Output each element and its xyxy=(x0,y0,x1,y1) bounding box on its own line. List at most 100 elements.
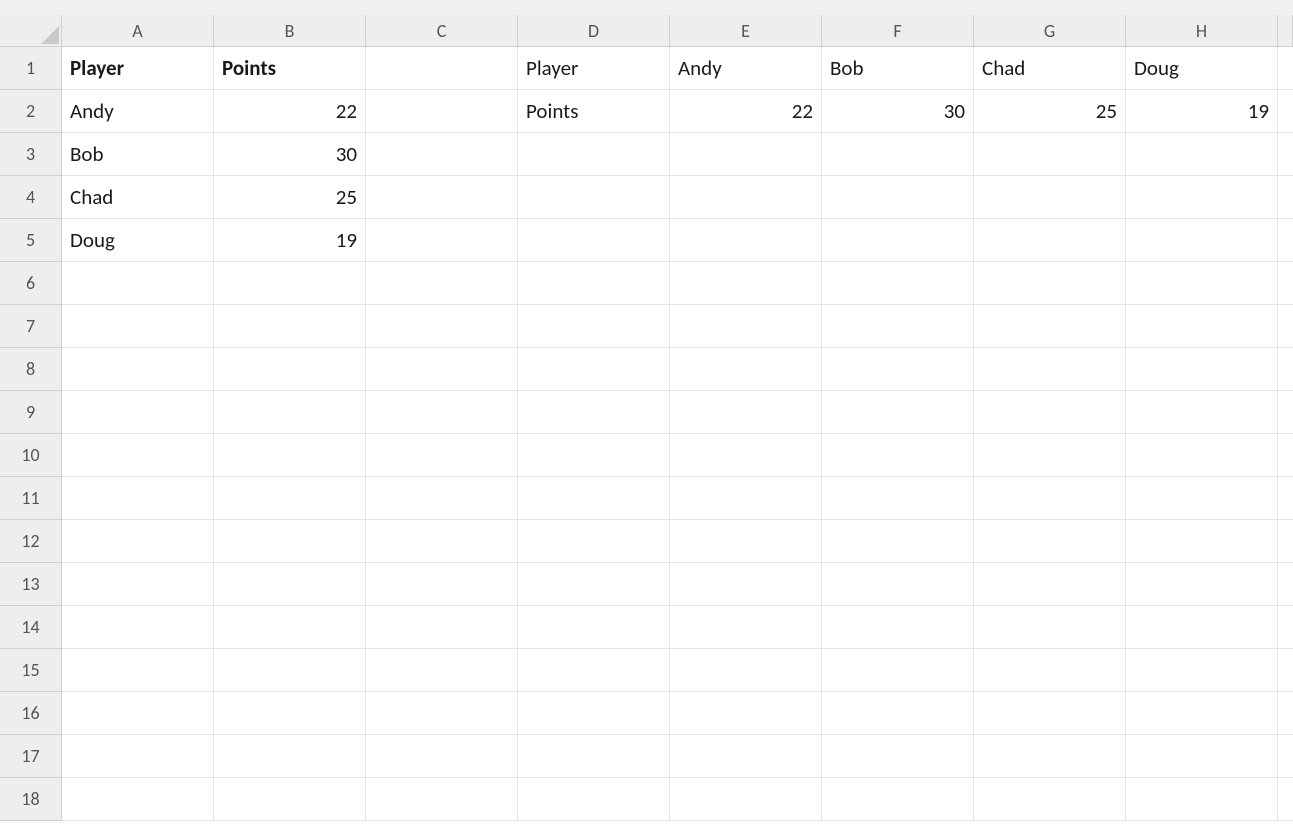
cell-D12[interactable] xyxy=(518,520,670,563)
cell-H7[interactable] xyxy=(1126,305,1278,348)
row-header-15[interactable]: 15 xyxy=(0,649,62,692)
cell-F8[interactable] xyxy=(822,348,974,391)
cell-F12[interactable] xyxy=(822,520,974,563)
cell-H15[interactable] xyxy=(1126,649,1278,692)
cell-C11[interactable] xyxy=(366,477,518,520)
cell-D9[interactable] xyxy=(518,391,670,434)
cell-D7[interactable] xyxy=(518,305,670,348)
cell-A18[interactable] xyxy=(62,778,214,821)
row-header-9[interactable]: 9 xyxy=(0,391,62,434)
column-header-G[interactable]: G xyxy=(974,15,1126,47)
cell-E13[interactable] xyxy=(670,563,822,606)
cell-F7[interactable] xyxy=(822,305,974,348)
cell-A6[interactable] xyxy=(62,262,214,305)
cell-B9[interactable] xyxy=(214,391,366,434)
cell-E5[interactable] xyxy=(670,219,822,262)
cell-G5[interactable] xyxy=(974,219,1126,262)
cell-B14[interactable] xyxy=(214,606,366,649)
cell-F6[interactable] xyxy=(822,262,974,305)
cell-E2[interactable]: 22 xyxy=(670,90,822,133)
cell-D3[interactable] xyxy=(518,133,670,176)
row-header-13[interactable]: 13 xyxy=(0,563,62,606)
row-header-5[interactable]: 5 xyxy=(0,219,62,262)
cell-H6[interactable] xyxy=(1126,262,1278,305)
cell-F16[interactable] xyxy=(822,692,974,735)
column-header-C[interactable]: C xyxy=(366,15,518,47)
cell-H12[interactable] xyxy=(1126,520,1278,563)
cell-E14[interactable] xyxy=(670,606,822,649)
cell-F9[interactable] xyxy=(822,391,974,434)
cell-A1[interactable]: Player xyxy=(62,47,214,90)
cell-B3[interactable]: 30 xyxy=(214,133,366,176)
cell-G4[interactable] xyxy=(974,176,1126,219)
cell-B1[interactable]: Points xyxy=(214,47,366,90)
cell-F1[interactable]: Bob xyxy=(822,47,974,90)
cell-C3[interactable] xyxy=(366,133,518,176)
cell-C9[interactable] xyxy=(366,391,518,434)
cell-E11[interactable] xyxy=(670,477,822,520)
column-header-A[interactable]: A xyxy=(62,15,214,47)
cell-A9[interactable] xyxy=(62,391,214,434)
row-header-11[interactable]: 11 xyxy=(0,477,62,520)
cell-D8[interactable] xyxy=(518,348,670,391)
cell-F11[interactable] xyxy=(822,477,974,520)
cell-E1[interactable]: Andy xyxy=(670,47,822,90)
row-header-18[interactable]: 18 xyxy=(0,778,62,821)
cell-D15[interactable] xyxy=(518,649,670,692)
cell-C7[interactable] xyxy=(366,305,518,348)
cell-F18[interactable] xyxy=(822,778,974,821)
cell-H17[interactable] xyxy=(1126,735,1278,778)
row-header-2[interactable]: 2 xyxy=(0,90,62,133)
row-header-12[interactable]: 12 xyxy=(0,520,62,563)
cell-G17[interactable] xyxy=(974,735,1126,778)
cell-B16[interactable] xyxy=(214,692,366,735)
cell-G1[interactable]: Chad xyxy=(974,47,1126,90)
cell-E3[interactable] xyxy=(670,133,822,176)
cell-G18[interactable] xyxy=(974,778,1126,821)
row-header-17[interactable]: 17 xyxy=(0,735,62,778)
cell-G10[interactable] xyxy=(974,434,1126,477)
cell-E15[interactable] xyxy=(670,649,822,692)
cell-A4[interactable]: Chad xyxy=(62,176,214,219)
cell-A11[interactable] xyxy=(62,477,214,520)
cell-E18[interactable] xyxy=(670,778,822,821)
select-all-corner[interactable] xyxy=(0,15,62,47)
cell-D2[interactable]: Points xyxy=(518,90,670,133)
cell-D6[interactable] xyxy=(518,262,670,305)
cell-H1[interactable]: Doug xyxy=(1126,47,1278,90)
cell-E16[interactable] xyxy=(670,692,822,735)
cell-H14[interactable] xyxy=(1126,606,1278,649)
cell-F14[interactable] xyxy=(822,606,974,649)
cell-E17[interactable] xyxy=(670,735,822,778)
cell-E7[interactable] xyxy=(670,305,822,348)
cell-G8[interactable] xyxy=(974,348,1126,391)
cell-D17[interactable] xyxy=(518,735,670,778)
cell-A5[interactable]: Doug xyxy=(62,219,214,262)
cell-A13[interactable] xyxy=(62,563,214,606)
cell-A7[interactable] xyxy=(62,305,214,348)
cell-C15[interactable] xyxy=(366,649,518,692)
cell-B2[interactable]: 22 xyxy=(214,90,366,133)
cell-C5[interactable] xyxy=(366,219,518,262)
row-header-14[interactable]: 14 xyxy=(0,606,62,649)
cell-B13[interactable] xyxy=(214,563,366,606)
cell-F13[interactable] xyxy=(822,563,974,606)
row-header-4[interactable]: 4 xyxy=(0,176,62,219)
cell-B18[interactable] xyxy=(214,778,366,821)
cell-C13[interactable] xyxy=(366,563,518,606)
row-header-8[interactable]: 8 xyxy=(0,348,62,391)
cell-B15[interactable] xyxy=(214,649,366,692)
cell-G14[interactable] xyxy=(974,606,1126,649)
cell-H18[interactable] xyxy=(1126,778,1278,821)
row-header-6[interactable]: 6 xyxy=(0,262,62,305)
cell-D13[interactable] xyxy=(518,563,670,606)
cell-C14[interactable] xyxy=(366,606,518,649)
cell-C6[interactable] xyxy=(366,262,518,305)
cell-G12[interactable] xyxy=(974,520,1126,563)
column-header-E[interactable]: E xyxy=(670,15,822,47)
cell-F3[interactable] xyxy=(822,133,974,176)
cell-G16[interactable] xyxy=(974,692,1126,735)
cell-E8[interactable] xyxy=(670,348,822,391)
cell-F2[interactable]: 30 xyxy=(822,90,974,133)
cell-C17[interactable] xyxy=(366,735,518,778)
